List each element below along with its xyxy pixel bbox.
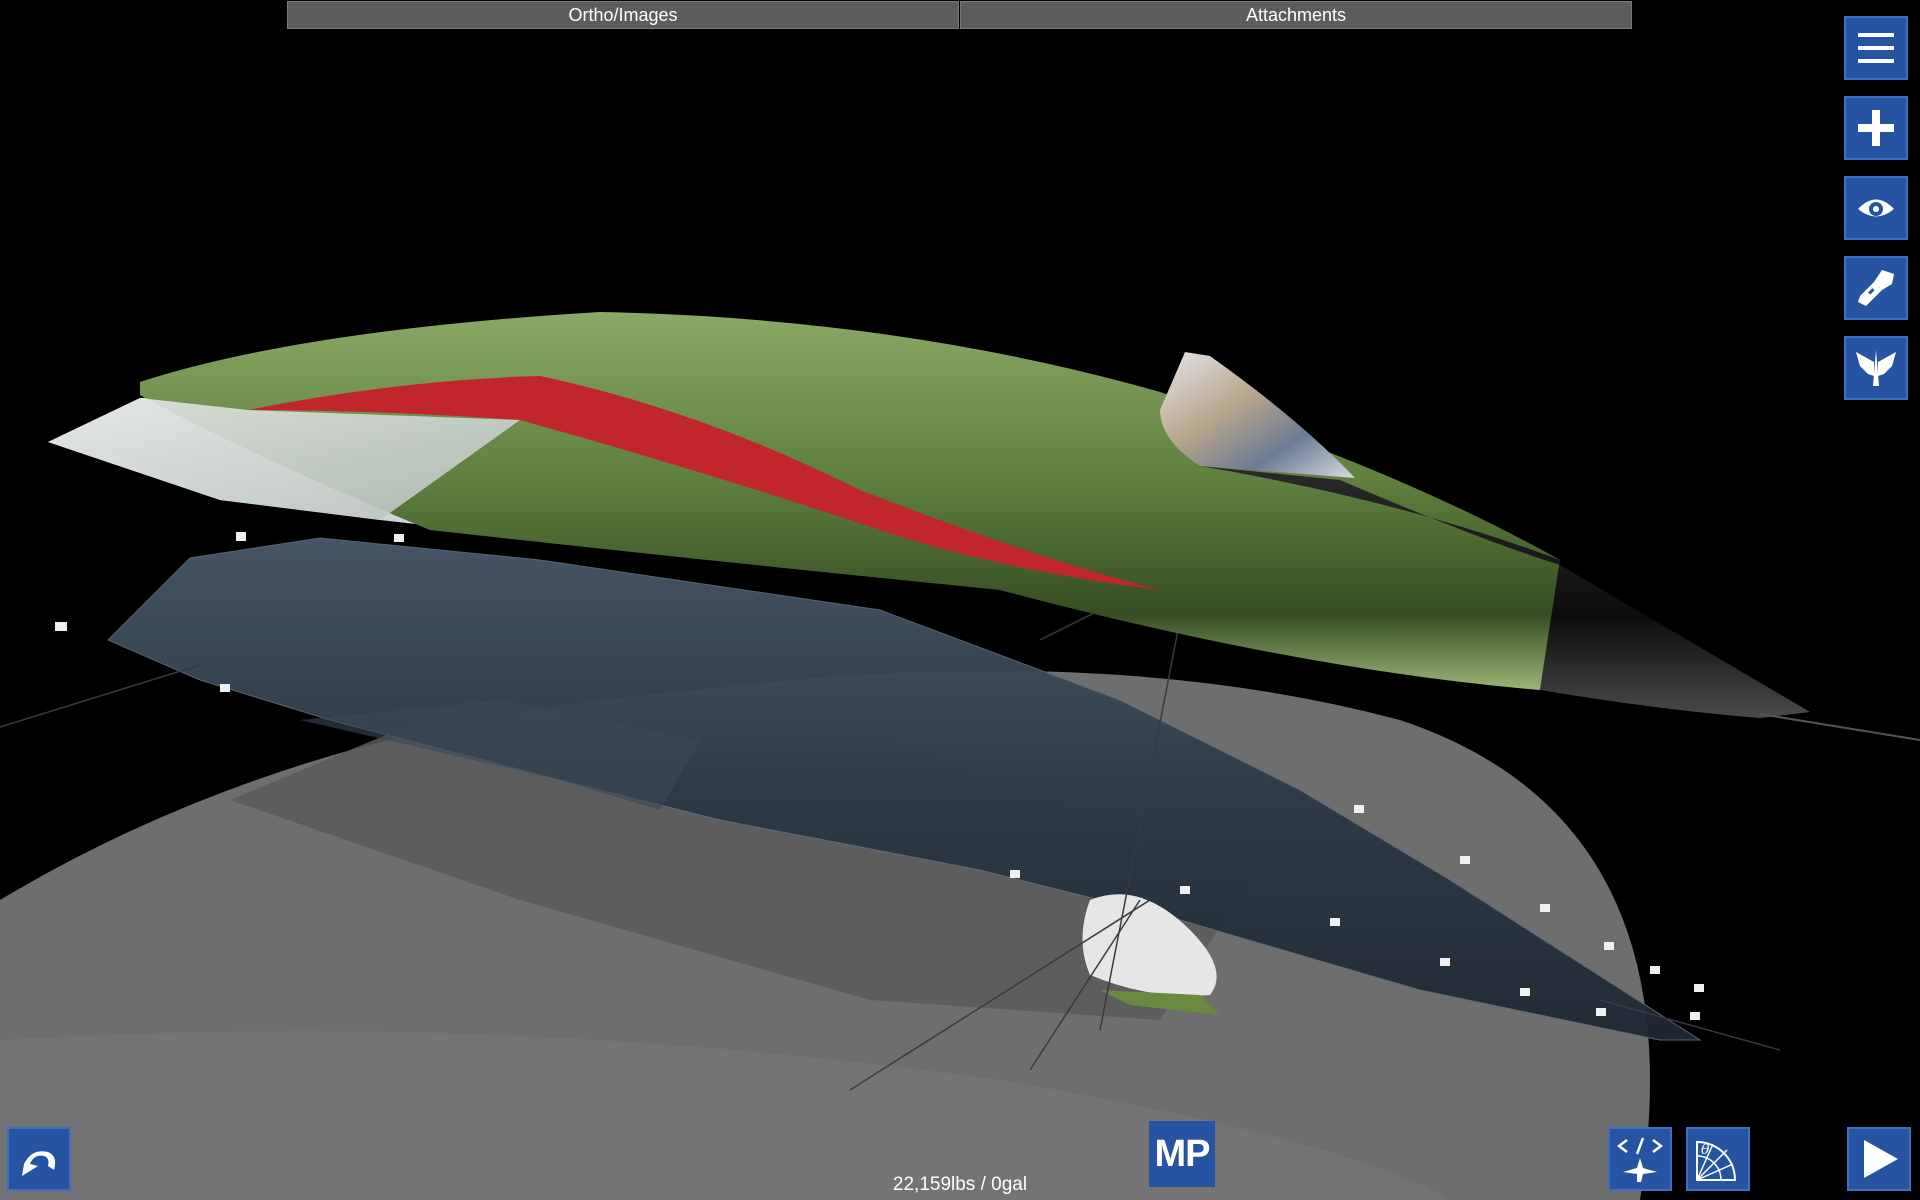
mp-button[interactable]: MP: [1149, 1121, 1215, 1187]
view-button[interactable]: [1844, 176, 1908, 240]
mp-label: MP: [1154, 1132, 1211, 1175]
undo-button[interactable]: [7, 1127, 71, 1191]
eye-icon: [1858, 199, 1894, 217]
angle-gauge-icon: θ: [1696, 1140, 1737, 1181]
tab-ortho-images[interactable]: Ortho/Images: [287, 1, 959, 29]
tab-ortho-images-label: Ortho/Images: [568, 4, 678, 25]
aircraft-viewport[interactable]: [0, 0, 1920, 1200]
tab-attachments[interactable]: Attachments: [960, 1, 1632, 29]
paint-button[interactable]: [1844, 256, 1908, 320]
play-button[interactable]: [1847, 1127, 1911, 1191]
play-icon: [1864, 1140, 1898, 1178]
add-part-button[interactable]: [1844, 96, 1908, 160]
menu-button[interactable]: [1844, 16, 1908, 80]
undo-icon: [22, 1151, 56, 1176]
code-airplane-icon: [1616, 1137, 1664, 1182]
svg-text:θ: θ: [1701, 1142, 1710, 1158]
tab-attachments-label: Attachments: [1245, 4, 1347, 25]
angle-gauge-button[interactable]: θ: [1686, 1127, 1750, 1191]
mass-fuel-readout: 22,159lbs / 0gal: [892, 1174, 1028, 1195]
code-airplane-button[interactable]: [1608, 1127, 1672, 1191]
wings-icon: [1856, 350, 1896, 386]
wings-button[interactable]: [1844, 336, 1908, 400]
menu-icon: [1858, 33, 1894, 63]
plus-icon: [1858, 110, 1894, 146]
paint-brush-icon: [1858, 270, 1894, 306]
